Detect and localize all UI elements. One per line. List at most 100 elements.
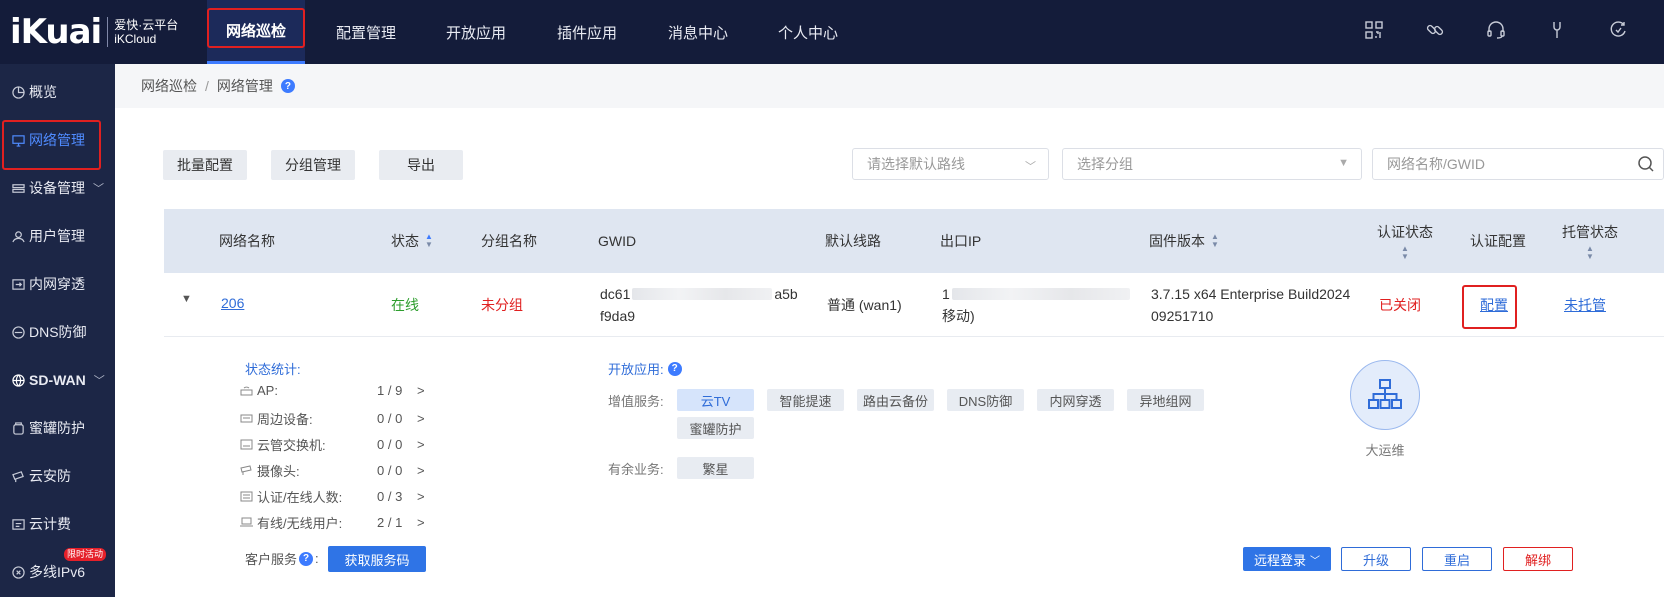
table-header: 网络名称 状态 ▲ ▼ 分组名称 GWID 默认线路 出口IP 固件版本 ▲ ▼ 认证状… <box>164 209 1664 273</box>
col-exit-ip: 出口IP <box>940 209 981 273</box>
ops-network-icon[interactable] <box>1350 360 1420 430</box>
help-icon[interactable]: ? <box>280 79 295 93</box>
button-label: 导出 <box>407 157 435 173</box>
sidebar-item-multiline-ipv6[interactable]: 多线IPv6 限时活动 <box>0 548 115 596</box>
nav-message-center[interactable]: 消息中心 <box>652 0 744 64</box>
stat-arrow[interactable]: > <box>417 437 425 452</box>
help-icon[interactable]: ? <box>299 551 314 566</box>
ikuai-logo[interactable]: iKuai 爱快·云平台 iKCloud <box>10 10 178 54</box>
header-label: 默认线路 <box>825 233 881 249</box>
stat-arrow[interactable]: > <box>417 463 425 478</box>
stat-camera[interactable]: 摄像头: 0 / 0 > <box>239 461 425 480</box>
expand-caret-icon[interactable]: ▼ <box>181 293 192 305</box>
stat-arrow[interactable]: > <box>417 383 425 398</box>
button-label: 解绑 <box>1524 552 1551 568</box>
sidebar-item-honeypot[interactable]: 蜜罐防护 <box>0 404 115 452</box>
upgrade-button[interactable]: 升级 <box>1341 547 1411 571</box>
stat-value: 0 / 0 <box>377 411 403 426</box>
sidebar-item-device-management[interactable]: 设备管理 ﹀ <box>0 164 115 212</box>
unbind-button[interactable]: 解绑 <box>1503 547 1573 571</box>
refresh-settings-icon[interactable] <box>1603 15 1633 45</box>
ops-label: 大运维 <box>1365 443 1405 458</box>
qrcode-icon[interactable] <box>1359 15 1389 45</box>
nav-config-management[interactable]: 配置管理 <box>320 0 412 64</box>
stat-value: 0 / 0 <box>377 463 403 478</box>
nav-label: 消息中心 <box>667 24 728 42</box>
sort-icon[interactable]: ▲ ▼ <box>1211 233 1219 249</box>
col-status[interactable]: 状态 ▲ ▼ <box>391 209 433 273</box>
restart-button[interactable]: 重启 <box>1422 547 1492 571</box>
help-icon[interactable]: ? <box>667 361 682 376</box>
search-input[interactable]: 网络名称/GWID <box>1372 148 1664 180</box>
export-button[interactable]: 导出 <box>379 150 463 180</box>
stat-label: 有线/无线用户: <box>257 516 343 531</box>
tag-fanxing[interactable]: 繁星 <box>677 457 754 479</box>
nav-personal-center[interactable]: 个人中心 <box>762 0 854 64</box>
device-icon <box>10 180 26 196</box>
breadcrumb: 网络巡检 / 网络管理 ? <box>115 64 1664 108</box>
nav-open-apps[interactable]: 开放应用 <box>430 0 522 64</box>
firmware-line2: 09251710 <box>1151 308 1214 324</box>
network-name-link[interactable]: 206 <box>221 295 244 311</box>
expanded-details: 状态统计: AP: 1 / 9 > 周边设备: 0 / 0 > 云管交换机: 0… <box>164 337 1664 597</box>
chevron-down-icon: ﹀ <box>1310 555 1320 567</box>
nav-plugin-apps[interactable]: 插件应用 <box>541 0 633 64</box>
breadcrumb-root[interactable]: 网络巡检 <box>141 76 197 96</box>
tag-router-backup[interactable]: 路由云备份 <box>857 389 934 411</box>
sidebar-item-cloud-billing[interactable]: 云计费 <box>0 500 115 548</box>
stat-cloud-switch[interactable]: 云管交换机: 0 / 0 > <box>239 435 425 454</box>
stat-arrow[interactable]: > <box>417 411 425 426</box>
tag-remote-networking[interactable]: 异地组网 <box>1127 389 1204 411</box>
tag-intranet-penetration[interactable]: 内网穿透 <box>1037 389 1114 411</box>
remote-login-button[interactable]: 远程登录 ﹀ <box>1243 547 1331 571</box>
default-route-select[interactable]: 请选择默认路线 ﹀ <box>852 148 1049 180</box>
sidebar-item-label: 设备管理 <box>29 180 85 196</box>
tag-cloud-tv[interactable]: 云TV <box>677 389 754 411</box>
tag-dns-defense[interactable]: DNS防御 <box>947 389 1024 411</box>
sort-icon[interactable]: ▲ ▼ <box>425 233 433 249</box>
header-label: 认证配置 <box>1470 233 1526 249</box>
tag-honeypot[interactable]: 蜜罐防护 <box>677 417 754 439</box>
sidebar-item-sd-wan[interactable]: SD-WAN ﹀ <box>0 356 115 404</box>
ap-icon <box>239 385 253 397</box>
group-value: 未分组 <box>481 297 523 313</box>
stat-arrow[interactable]: > <box>417 489 425 504</box>
wrench-icon[interactable] <box>1542 15 1572 45</box>
stat-wired-wireless[interactable]: 有线/无线用户: 2 / 1 > <box>239 513 425 532</box>
laptop-icon <box>239 517 253 529</box>
search-placeholder: 网络名称/GWID <box>1387 156 1485 172</box>
get-service-code-button[interactable]: 获取服务码 <box>328 546 426 572</box>
batch-config-button[interactable]: 批量配置 <box>163 150 247 180</box>
stat-auth-online[interactable]: 认证/在线人数: 0 / 3 > <box>239 487 425 506</box>
col-auth-status[interactable]: 认证状态 ▲ ▼ <box>1377 209 1433 273</box>
sidebar-item-label: 概览 <box>29 84 57 100</box>
link-icon[interactable] <box>1420 15 1450 45</box>
sidebar-item-user-management[interactable]: 用户管理 <box>0 212 115 260</box>
search-icon[interactable] <box>1637 155 1655 176</box>
camera-icon <box>239 465 253 477</box>
nav-label: 配置管理 <box>335 24 396 42</box>
button-label: 升级 <box>1362 552 1389 568</box>
sidebar-item-dns-defense[interactable]: DNS防御 <box>0 308 115 356</box>
group-select[interactable]: 选择分组 ▼ <box>1062 148 1362 180</box>
pie-chart-icon <box>10 84 26 100</box>
stat-peripheral[interactable]: 周边设备: 0 / 0 > <box>239 409 425 428</box>
group-manage-button[interactable]: 分组管理 <box>271 150 355 180</box>
header-label: 托管状态 <box>1562 223 1618 240</box>
tag-smart-speedup[interactable]: 智能提速 <box>767 389 844 411</box>
stat-ap[interactable]: AP: 1 / 9 > <box>239 383 425 398</box>
hosting-link[interactable]: 未托管 <box>1564 295 1606 315</box>
ip-start: 1 <box>942 286 950 302</box>
chevron-down-icon: ﹀ <box>93 183 104 195</box>
col-firmware[interactable]: 固件版本 ▲ ▼ <box>1149 209 1219 273</box>
sidebar-item-overview[interactable]: 概览 <box>0 68 115 116</box>
open-apps-label: 开放应用: <box>608 362 664 377</box>
col-hosting[interactable]: 托管状态 ▲ ▼ <box>1562 209 1618 273</box>
sidebar-item-cloud-security[interactable]: 云安防 <box>0 452 115 500</box>
sort-icon[interactable]: ▲ ▼ <box>1586 244 1594 261</box>
sort-icon[interactable]: ▲ ▼ <box>1401 244 1409 261</box>
sidebar-item-intranet-penetration[interactable]: 内网穿透 <box>0 260 115 308</box>
logo-line1: 爱快·云平台 <box>114 18 179 32</box>
stat-arrow[interactable]: > <box>417 515 425 530</box>
headset-icon[interactable] <box>1481 15 1511 45</box>
